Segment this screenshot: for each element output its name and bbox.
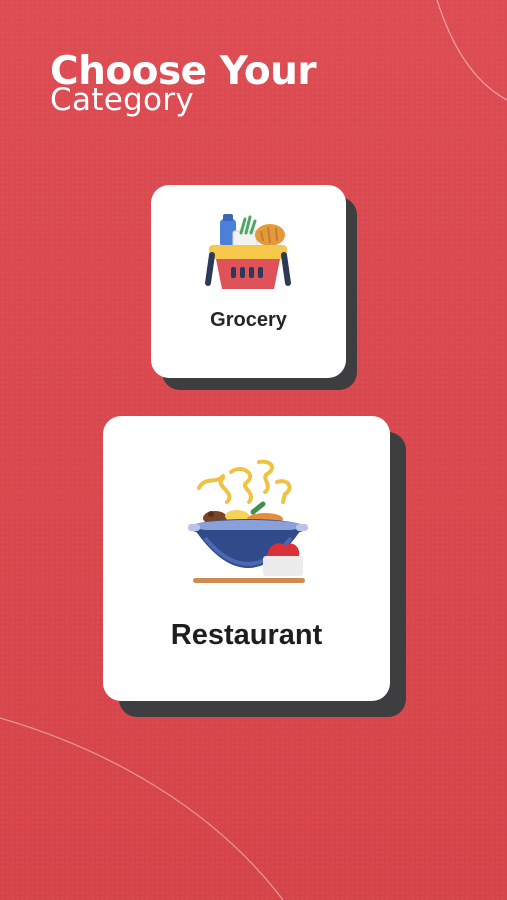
- grocery-category-card[interactable]: Grocery: [151, 185, 346, 378]
- restaurant-label: Restaurant: [170, 619, 323, 651]
- grocery-label: Grocery: [210, 309, 287, 331]
- grocery-basket-icon: [205, 214, 291, 289]
- restaurant-category-card[interactable]: Restaurant: [103, 416, 390, 701]
- restaurant-food-pot-icon: [188, 459, 308, 583]
- page-title: Choose Your Category: [50, 50, 317, 117]
